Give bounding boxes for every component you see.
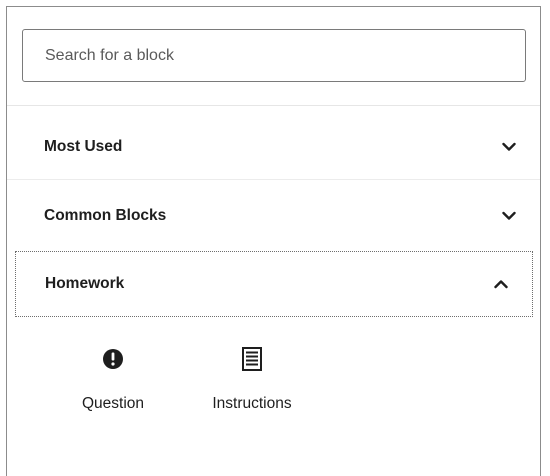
chevron-down-icon bbox=[500, 138, 518, 156]
chevron-down-icon bbox=[500, 207, 518, 225]
category-label: Common Blocks bbox=[44, 207, 167, 224]
block-inserter-panel: Most Used Common Blocks Homework Questio… bbox=[6, 6, 541, 476]
block-label: Instructions bbox=[212, 395, 292, 412]
list-document-icon bbox=[242, 345, 262, 373]
block-instructions[interactable]: Instructions bbox=[187, 345, 317, 413]
category-label: Most Used bbox=[44, 137, 123, 155]
homework-block-list: Question Instructions bbox=[47, 345, 317, 413]
divider bbox=[7, 105, 540, 106]
category-homework[interactable]: Homework bbox=[15, 251, 533, 317]
block-question[interactable]: Question bbox=[47, 345, 179, 413]
category-common-blocks[interactable]: Common Blocks bbox=[7, 183, 540, 249]
chevron-up-icon bbox=[492, 275, 510, 293]
category-most-used[interactable]: Most Used bbox=[7, 114, 540, 180]
category-label: Homework bbox=[45, 275, 125, 292]
exclamation-circle-icon bbox=[102, 345, 124, 373]
block-search-input[interactable] bbox=[22, 29, 526, 82]
block-label: Question bbox=[81, 395, 145, 412]
search-container bbox=[22, 29, 526, 82]
